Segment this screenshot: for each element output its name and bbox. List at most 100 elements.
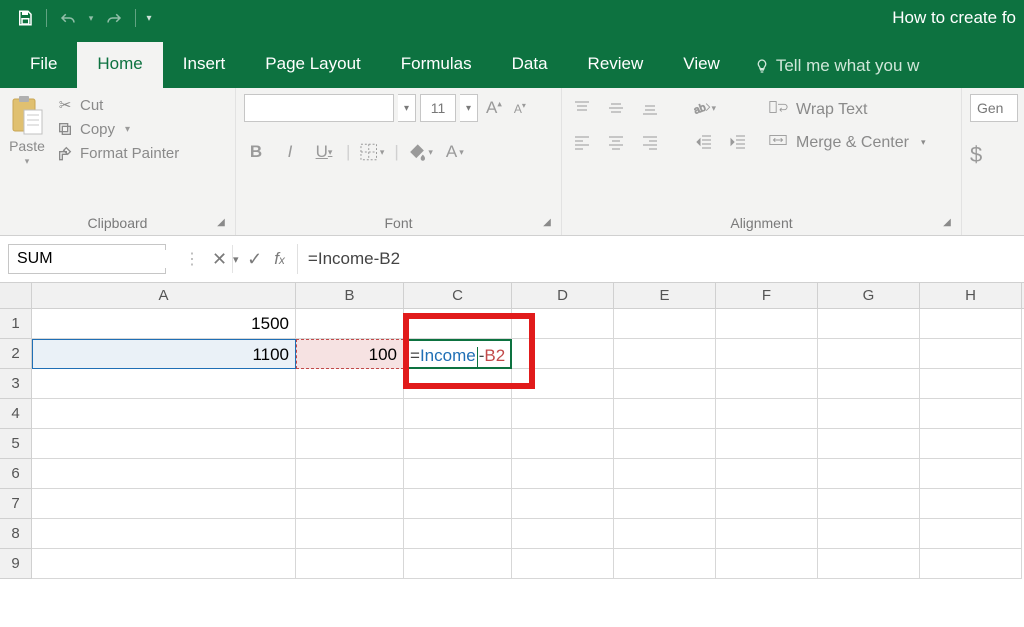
align-right-button[interactable] — [638, 130, 662, 154]
decrease-indent-button[interactable] — [692, 130, 716, 154]
cell-C8[interactable] — [404, 519, 512, 549]
cell-G1[interactable] — [818, 309, 920, 339]
cell-B5[interactable] — [296, 429, 404, 459]
cell-D9[interactable] — [512, 549, 614, 579]
cell-E8[interactable] — [614, 519, 716, 549]
align-top-button[interactable] — [570, 96, 594, 120]
tab-review[interactable]: Review — [568, 42, 664, 88]
cell-E9[interactable] — [614, 549, 716, 579]
format-painter-button[interactable]: Format Painter — [56, 144, 179, 162]
cell-F4[interactable] — [716, 399, 818, 429]
cell-B8[interactable] — [296, 519, 404, 549]
cell-G5[interactable] — [818, 429, 920, 459]
row-header-8[interactable]: 8 — [0, 519, 32, 549]
cell-H3[interactable] — [920, 369, 1022, 399]
font-size-combo[interactable]: 11 — [420, 94, 456, 122]
cell-E6[interactable] — [614, 459, 716, 489]
enter-formula-button[interactable]: ✓ — [247, 249, 262, 270]
tab-page-layout[interactable]: Page Layout — [245, 42, 380, 88]
cell-C5[interactable] — [404, 429, 512, 459]
cell-F8[interactable] — [716, 519, 818, 549]
number-format-combo[interactable]: Gen — [970, 94, 1018, 122]
font-dialog-launcher[interactable]: ◢ — [541, 217, 553, 229]
cell-H1[interactable] — [920, 309, 1022, 339]
col-header-E[interactable]: E — [614, 283, 716, 308]
cell-G3[interactable] — [818, 369, 920, 399]
cell-A9[interactable] — [32, 549, 296, 579]
cancel-formula-button[interactable]: ✕ — [212, 249, 227, 270]
copy-button[interactable]: Copy — [56, 120, 179, 138]
cell-C2-editing[interactable]: =Income-B2 — [404, 339, 512, 369]
tab-file[interactable]: File — [10, 42, 77, 88]
cell-E3[interactable] — [614, 369, 716, 399]
qat-customize-dropdown[interactable]: ▾ — [142, 4, 156, 32]
col-header-H[interactable]: H — [920, 283, 1022, 308]
cell-F3[interactable] — [716, 369, 818, 399]
clipboard-dialog-launcher[interactable]: ◢ — [215, 217, 227, 229]
alignment-dialog-launcher[interactable]: ◢ — [941, 217, 953, 229]
col-header-A[interactable]: A — [32, 283, 296, 308]
row-header-7[interactable]: 7 — [0, 489, 32, 519]
redo-button[interactable] — [99, 4, 129, 32]
cell-G9[interactable] — [818, 549, 920, 579]
cell-B6[interactable] — [296, 459, 404, 489]
col-header-C[interactable]: C — [404, 283, 512, 308]
tab-view[interactable]: View — [663, 42, 740, 88]
cell-E1[interactable] — [614, 309, 716, 339]
cell-H7[interactable] — [920, 489, 1022, 519]
cell-A5[interactable] — [32, 429, 296, 459]
increase-font-size-button[interactable]: A▴ — [482, 98, 506, 118]
cell-C7[interactable] — [404, 489, 512, 519]
fill-color-button[interactable]: ▾ — [409, 140, 433, 164]
paste-dropdown[interactable]: ▾ — [25, 156, 30, 167]
cell-G7[interactable] — [818, 489, 920, 519]
cell-H9[interactable] — [920, 549, 1022, 579]
col-header-F[interactable]: F — [716, 283, 818, 308]
cell-G8[interactable] — [818, 519, 920, 549]
col-header-D[interactable]: D — [512, 283, 614, 308]
row-header-6[interactable]: 6 — [0, 459, 32, 489]
wrap-text-button[interactable]: Wrap Text — [768, 98, 925, 121]
cell-A8[interactable] — [32, 519, 296, 549]
cell-A4[interactable] — [32, 399, 296, 429]
align-middle-button[interactable] — [604, 96, 628, 120]
cell-F6[interactable] — [716, 459, 818, 489]
row-header-1[interactable]: 1 — [0, 309, 32, 339]
row-header-5[interactable]: 5 — [0, 429, 32, 459]
cell-D7[interactable] — [512, 489, 614, 519]
font-name-dropdown[interactable]: ▾ — [398, 94, 416, 122]
cell-B2[interactable]: 100 — [296, 339, 404, 369]
orientation-button[interactable]: ab▾ — [692, 96, 716, 120]
align-center-button[interactable] — [604, 130, 628, 154]
borders-button[interactable]: ▾ — [360, 140, 384, 164]
decrease-font-size-button[interactable]: A▾ — [510, 101, 530, 116]
col-header-G[interactable]: G — [818, 283, 920, 308]
cut-button[interactable]: ✂ Cut — [56, 96, 179, 114]
row-header-3[interactable]: 3 — [0, 369, 32, 399]
name-box[interactable]: ▾ — [8, 244, 166, 274]
tab-insert[interactable]: Insert — [163, 42, 246, 88]
cell-E4[interactable] — [614, 399, 716, 429]
paste-button[interactable]: Paste ▾ — [8, 94, 46, 167]
cell-D2[interactable] — [512, 339, 614, 369]
cell-D5[interactable] — [512, 429, 614, 459]
cell-E2[interactable] — [614, 339, 716, 369]
tab-data[interactable]: Data — [492, 42, 568, 88]
cell-C1[interactable] — [404, 309, 512, 339]
cell-B7[interactable] — [296, 489, 404, 519]
cell-B3[interactable] — [296, 369, 404, 399]
cell-D1[interactable] — [512, 309, 614, 339]
cell-A3[interactable] — [32, 369, 296, 399]
cell-G2[interactable] — [818, 339, 920, 369]
italic-button[interactable]: I — [278, 140, 302, 164]
cell-G6[interactable] — [818, 459, 920, 489]
cell-B4[interactable] — [296, 399, 404, 429]
cell-A1[interactable]: 1500 — [32, 309, 296, 339]
font-size-dropdown[interactable]: ▾ — [460, 94, 478, 122]
cell-F7[interactable] — [716, 489, 818, 519]
save-button[interactable] — [10, 4, 40, 32]
cell-F5[interactable] — [716, 429, 818, 459]
tab-home[interactable]: Home — [77, 42, 162, 88]
font-color-button[interactable]: A ▾ — [443, 140, 467, 164]
cell-D8[interactable] — [512, 519, 614, 549]
